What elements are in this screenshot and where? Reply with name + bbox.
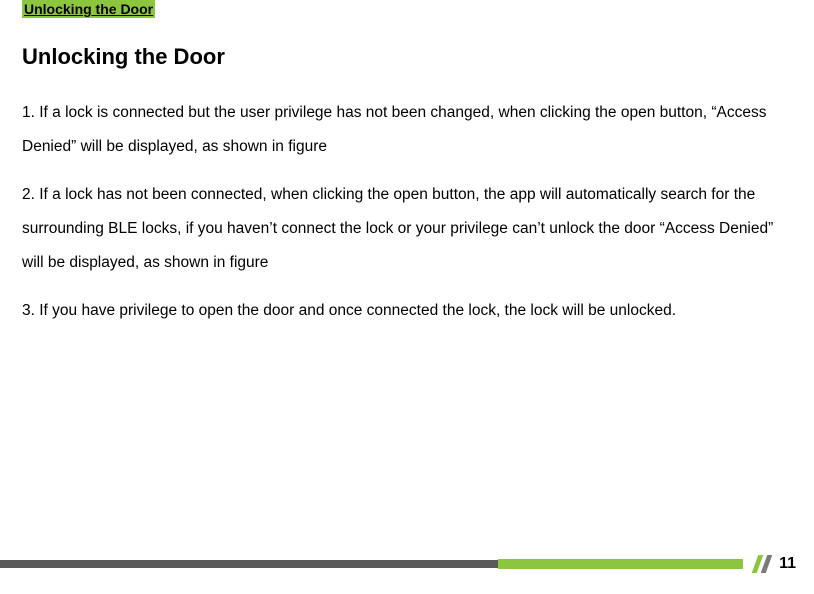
stripe-icon bbox=[761, 555, 773, 573]
footer-stripes bbox=[755, 555, 769, 573]
document-content: Unlocking the Door Unlocking the Door 1.… bbox=[0, 0, 814, 329]
page-footer: 11 bbox=[0, 556, 814, 572]
section-heading: Unlocking the Door bbox=[22, 44, 792, 70]
body-paragraph: 1. If a lock is connected but the user p… bbox=[22, 96, 792, 164]
highlighted-title: Unlocking the Door bbox=[22, 0, 155, 18]
footer-bar-green bbox=[498, 559, 743, 569]
body-paragraph: 2. If a lock has not been connected, whe… bbox=[22, 178, 792, 280]
footer-bar-dark bbox=[0, 560, 500, 568]
body-paragraph: 3. If you have privilege to open the doo… bbox=[22, 294, 792, 328]
page-number: 11 bbox=[779, 555, 796, 573]
